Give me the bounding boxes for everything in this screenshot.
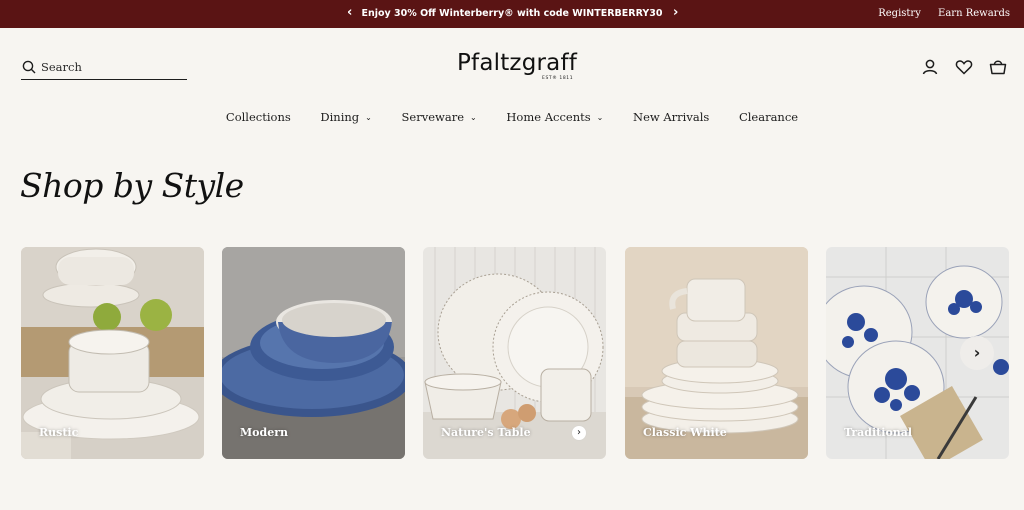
nav-item-serveware[interactable]: Serveware ⌄ — [402, 110, 477, 124]
chevron-right-icon[interactable]: › — [571, 425, 587, 441]
card-label: Classic White — [643, 426, 727, 439]
card-label: Modern — [240, 426, 288, 439]
search-placeholder: Search — [41, 60, 82, 74]
cart-icon[interactable] — [988, 57, 1008, 77]
nav-item-dining[interactable]: Dining ⌄ — [320, 110, 371, 124]
nav-item-new-arrivals[interactable]: New Arrivals — [633, 110, 709, 124]
nav-label: New Arrivals — [633, 110, 710, 124]
nav-label: Home Accents — [506, 110, 591, 124]
nav-item-clearance[interactable]: Clearance — [739, 110, 798, 124]
chevron-down-icon: ⌄ — [470, 113, 477, 122]
nav-label: Dining — [320, 110, 360, 124]
account-icon[interactable] — [920, 57, 940, 77]
logo-text: Pfaltzgraff — [456, 50, 578, 76]
card-label: Rustic — [39, 426, 79, 439]
style-card-classic-white[interactable]: Classic White — [625, 247, 808, 459]
registry-link[interactable]: Registry — [878, 8, 921, 19]
search-input[interactable]: Search — [21, 57, 187, 80]
heart-icon[interactable] — [954, 57, 974, 77]
logo-est: EST® 1811 — [542, 76, 574, 81]
top-links: Registry Earn Rewards — [864, 0, 1010, 28]
logo[interactable]: Pfaltzgraff EST® 1811 — [456, 50, 578, 84]
nav-label: Clearance — [738, 110, 799, 124]
style-card-rustic[interactable]: Rustic — [21, 247, 204, 459]
section-title: Shop by Style — [20, 166, 244, 205]
style-card-modern[interactable]: Modern — [222, 247, 405, 459]
carousel-next-button[interactable]: › — [960, 336, 994, 370]
chevron-down-icon: ⌄ — [596, 113, 604, 122]
main-nav: Collections Dining ⌄ Serveware ⌄ Home Acce… — [0, 110, 1024, 130]
chevron-down-icon: ⌄ — [365, 113, 372, 122]
nav-label: Serveware — [401, 110, 465, 124]
chevron-right-icon[interactable]: › — [673, 0, 678, 28]
nav-item-collections[interactable]: Collections — [226, 110, 291, 124]
nav-item-home-accents[interactable]: Home Accents ⌄ — [506, 110, 603, 124]
nav-label: Collections — [225, 110, 291, 124]
announcement-bar: ‹ Enjoy 30% Off Winterberry® with code W… — [0, 0, 1024, 28]
card-label: Nature's Table — [441, 426, 531, 439]
earn-rewards-link[interactable]: Earn Rewards — [938, 8, 1010, 19]
header-icons — [920, 57, 1010, 77]
card-label: Traditional — [844, 426, 913, 439]
search-icon — [22, 60, 36, 74]
